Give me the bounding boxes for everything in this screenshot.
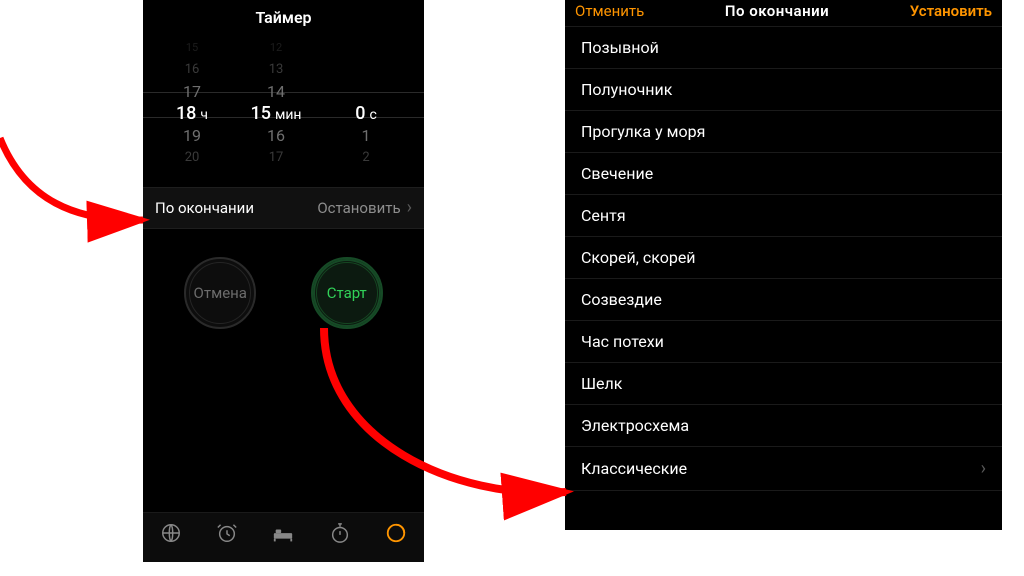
timer-icon bbox=[385, 522, 407, 544]
annotation-arrow bbox=[0, 130, 165, 274]
sound-picker-screen: Отменить По окончании Установить Позывно… bbox=[565, 0, 1002, 530]
list-item[interactable]: Сентя bbox=[565, 195, 1002, 237]
picker-seconds[interactable]: 0с 1 2 3 bbox=[329, 37, 403, 167]
cancel-button[interactable]: Отмена bbox=[184, 257, 256, 329]
picker-value[interactable]: 16 bbox=[155, 59, 229, 81]
picker-value[interactable]: 15 bbox=[155, 37, 229, 59]
picker-value[interactable]: 2 bbox=[329, 147, 403, 167]
picker-minutes[interactable]: 12 13 14 15мин 16 17 18 bbox=[239, 37, 313, 167]
stopwatch-icon bbox=[329, 522, 351, 544]
ringtone-list[interactable]: Позывной Полуночник Прогулка у моря Свеч… bbox=[565, 27, 1002, 491]
picker-value[interactable]: 12 bbox=[239, 37, 313, 59]
list-item[interactable]: Скорей, скорей bbox=[565, 237, 1002, 279]
picker-value[interactable]: 13 bbox=[239, 59, 313, 81]
picker-unit: ч bbox=[200, 107, 208, 123]
picker-unit: мин bbox=[275, 107, 302, 123]
picker-value: 0 bbox=[355, 103, 365, 124]
picker-value[interactable]: 14 bbox=[239, 81, 313, 103]
picker-selected-hours[interactable]: 18ч bbox=[155, 103, 229, 125]
picker-selected-minutes[interactable]: 15 мин bbox=[239, 103, 313, 125]
chevron-right-icon: › bbox=[981, 458, 986, 479]
picker-value: 18 bbox=[176, 103, 196, 124]
modal-navbar: Отменить По окончании Установить bbox=[565, 0, 1002, 27]
when-ends-label: По окончании bbox=[155, 199, 254, 217]
timer-tab[interactable] bbox=[385, 522, 407, 550]
nav-title: По окончании bbox=[725, 2, 829, 20]
stopwatch-tab[interactable] bbox=[329, 522, 351, 550]
section-gap bbox=[565, 491, 1002, 530]
picker-value[interactable] bbox=[329, 81, 403, 103]
start-button[interactable]: Старт bbox=[311, 257, 383, 329]
list-item[interactable]: Электросхема bbox=[565, 405, 1002, 447]
list-item[interactable]: Шелк bbox=[565, 363, 1002, 405]
list-item[interactable]: Созвездие bbox=[565, 279, 1002, 321]
picker-selected-seconds[interactable]: 0с bbox=[329, 103, 403, 125]
list-item[interactable]: Прогулка у моря bbox=[565, 111, 1002, 153]
list-item[interactable]: Час потехи bbox=[565, 321, 1002, 363]
list-item[interactable]: Позывной bbox=[565, 27, 1002, 69]
picker-value[interactable]: 16 bbox=[239, 125, 313, 147]
alarm-icon bbox=[216, 522, 238, 544]
screen-title: Таймер bbox=[143, 0, 424, 37]
picker-unit: с bbox=[369, 107, 376, 123]
bottom-tabbar bbox=[143, 512, 424, 562]
picker-value[interactable] bbox=[329, 59, 403, 81]
chevron-right-icon: › bbox=[407, 199, 412, 217]
picker-value[interactable] bbox=[329, 37, 403, 59]
alarm-tab[interactable] bbox=[216, 522, 238, 550]
classic-ringtones-row[interactable]: Классические › bbox=[565, 447, 1002, 491]
when-ends-value: Остановить › bbox=[317, 199, 412, 217]
world-clock-tab[interactable] bbox=[160, 522, 182, 550]
picker-value[interactable]: 19 bbox=[155, 125, 229, 147]
picker-value: 15 bbox=[250, 103, 270, 124]
picker-hours[interactable]: 15 16 17 18ч 19 20 21 bbox=[155, 37, 229, 167]
list-item[interactable]: Свечение bbox=[565, 153, 1002, 195]
picker-value[interactable]: 20 bbox=[155, 147, 229, 167]
bed-icon bbox=[272, 527, 294, 543]
list-item[interactable]: Полуночник bbox=[565, 69, 1002, 111]
nav-set-button[interactable]: Установить bbox=[910, 2, 992, 20]
globe-icon bbox=[160, 522, 182, 544]
nav-cancel-button[interactable]: Отменить bbox=[575, 2, 644, 20]
timer-action-row: Отмена Старт bbox=[143, 229, 424, 329]
when-timer-ends-row[interactable]: По окончании Остановить › bbox=[143, 187, 424, 229]
picker-value[interactable]: 17 bbox=[239, 147, 313, 167]
picker-value[interactable]: 17 bbox=[155, 81, 229, 103]
bedtime-tab[interactable] bbox=[272, 524, 294, 549]
timer-screen: Таймер 15 16 17 18ч 19 20 21 12 13 14 15… bbox=[143, 0, 424, 562]
picker-value[interactable]: 1 bbox=[329, 125, 403, 147]
time-picker[interactable]: 15 16 17 18ч 19 20 21 12 13 14 15мин 16 … bbox=[143, 37, 424, 167]
